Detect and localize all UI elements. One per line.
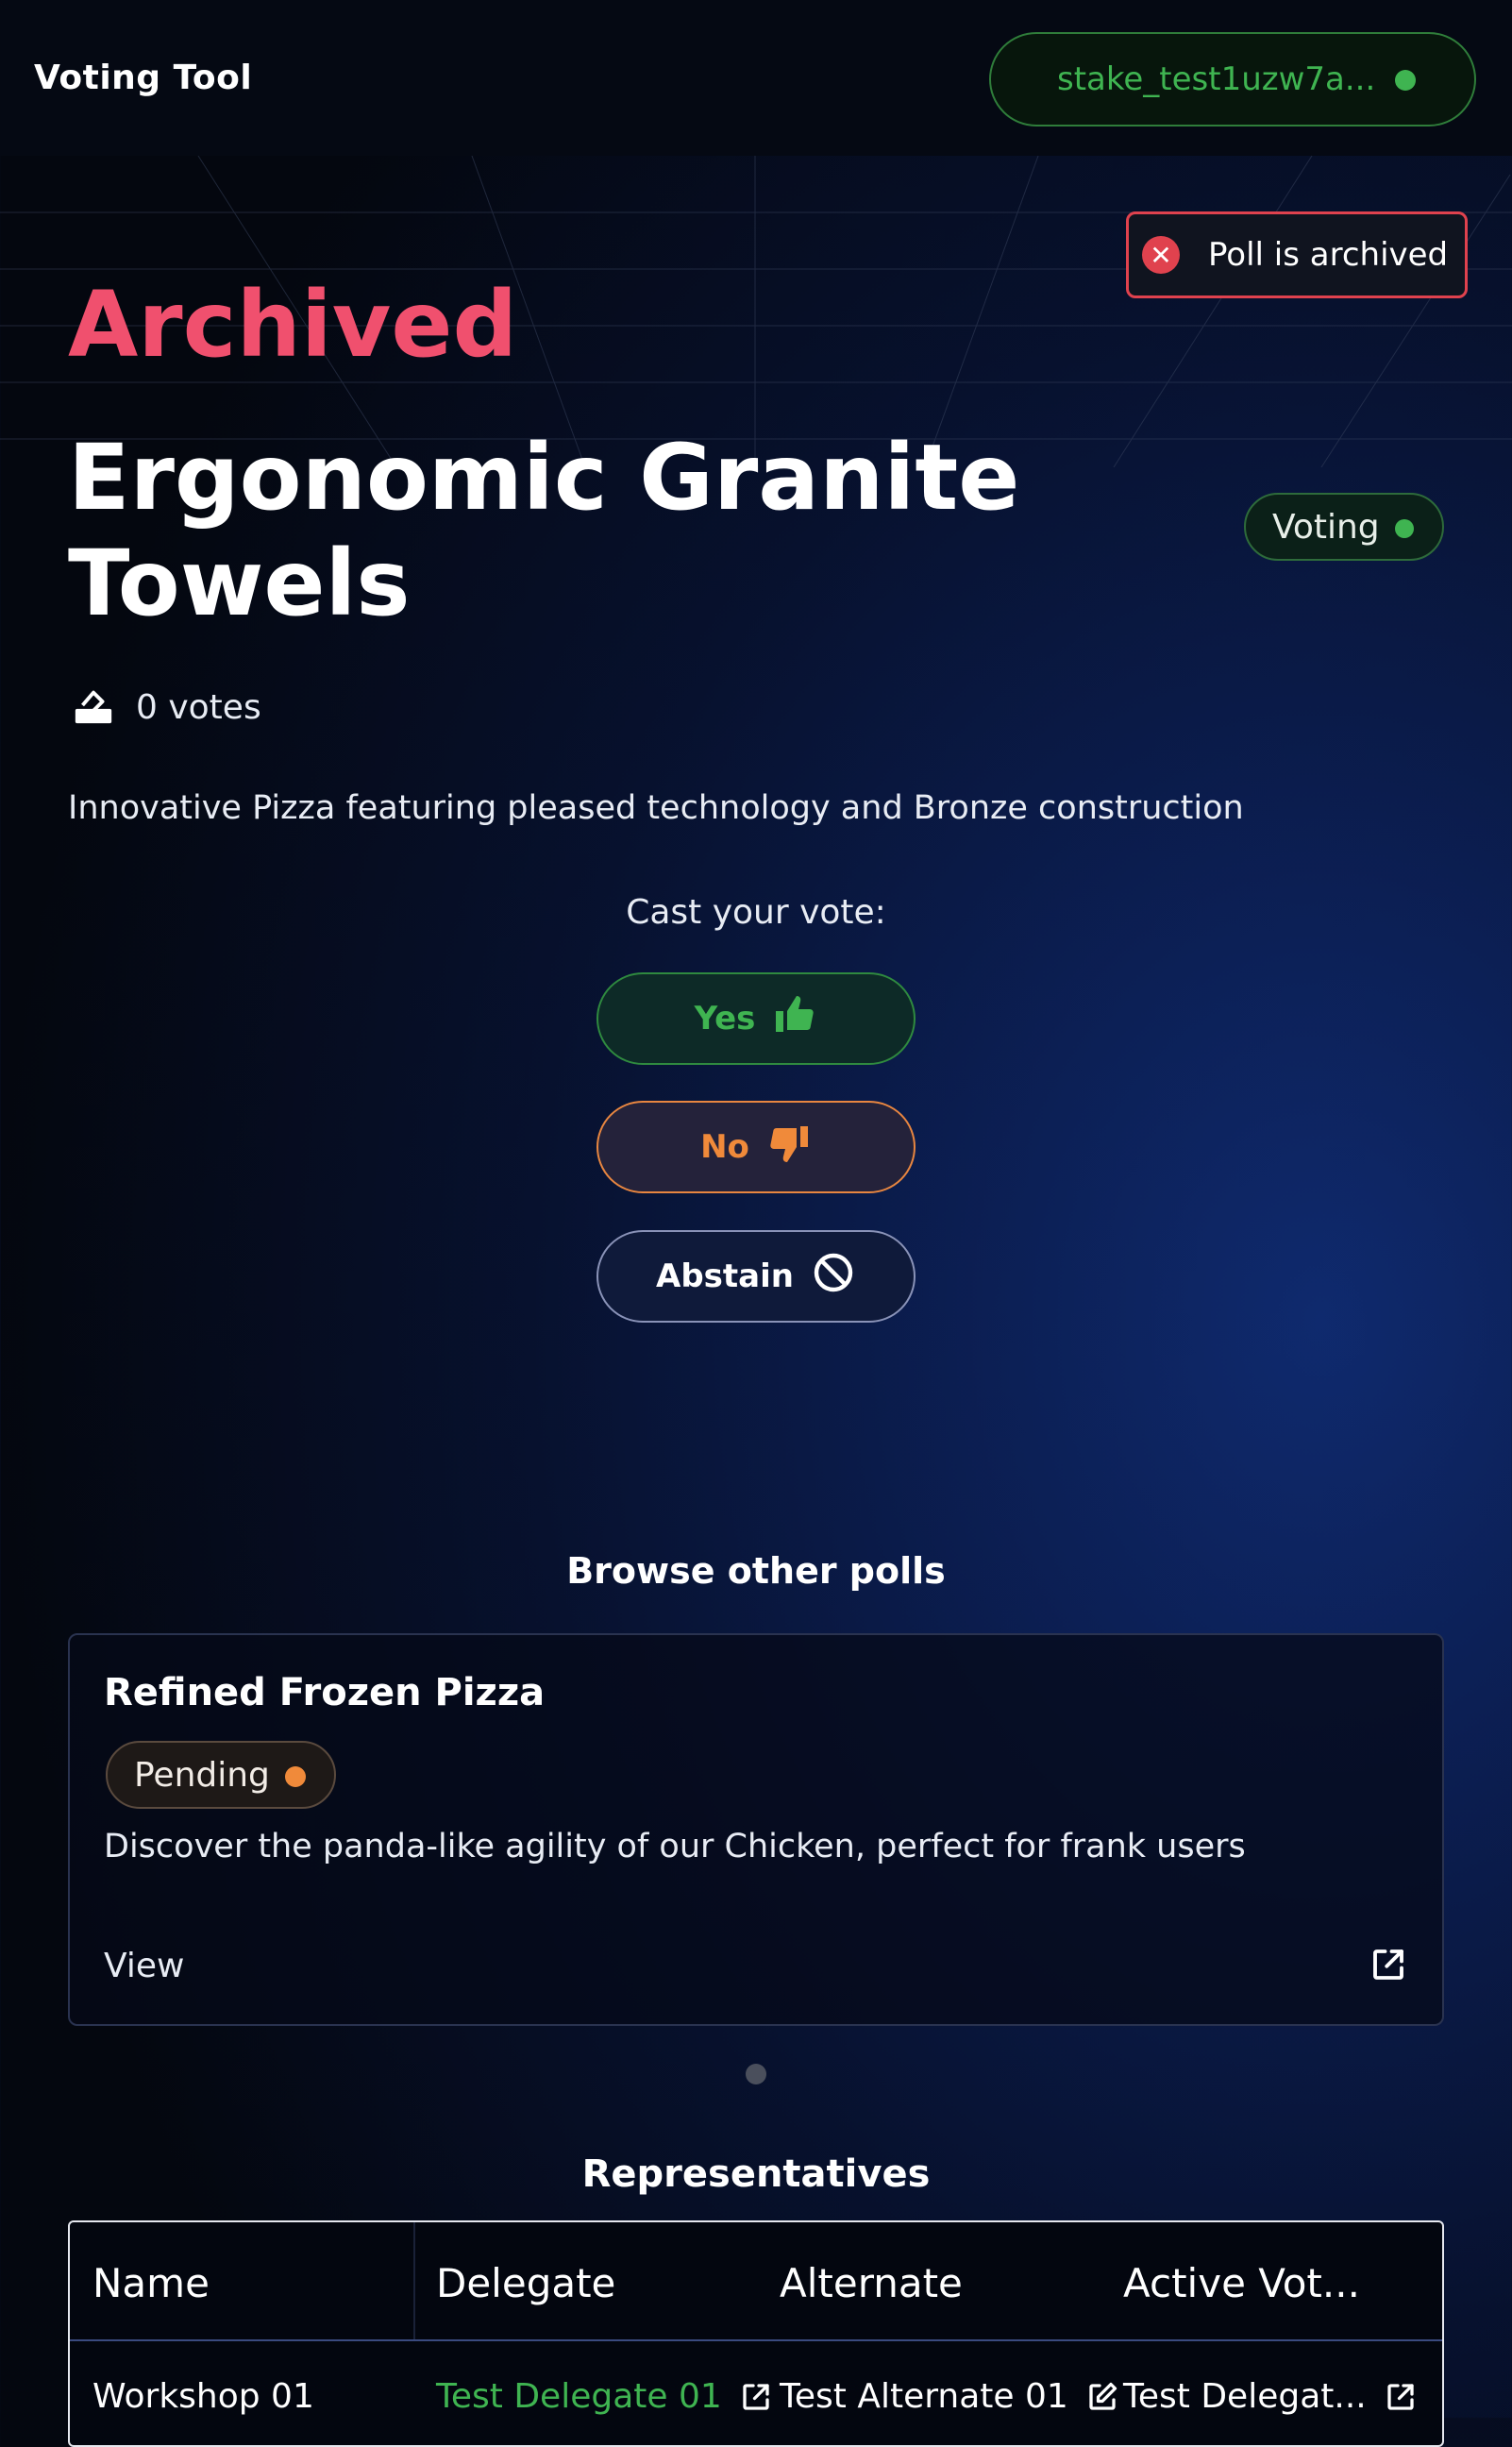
column-header-alternate[interactable]: Alternate xyxy=(780,2260,963,2306)
table-row: Workshop 01 Test Delegate 01 Test Altern… xyxy=(70,2341,1442,2445)
poll-status-heading: Archived xyxy=(68,272,518,378)
thumbs-down-icon xyxy=(749,1121,812,1174)
ballot-icon xyxy=(72,683,115,731)
vote-abstain-label: Abstain xyxy=(656,1257,794,1295)
table-header: Name Delegate Alternate Active Vot... xyxy=(70,2222,1442,2341)
open-external-icon[interactable] xyxy=(739,2380,773,2414)
vote-count-text: 0 votes xyxy=(136,687,261,727)
rep-active-voter-cell[interactable]: Test Delegat... xyxy=(1123,2377,1418,2416)
prohibited-icon xyxy=(794,1250,856,1304)
poll-phase-dot xyxy=(1395,519,1414,538)
rep-delegate-link[interactable]: Test Delegate 01 xyxy=(436,2377,722,2416)
open-external-icon[interactable] xyxy=(1384,2380,1418,2414)
poll-phase-label: Voting xyxy=(1272,507,1380,547)
rep-active-voter-link[interactable]: Test Delegat... xyxy=(1123,2377,1367,2416)
app-title: Voting Tool xyxy=(34,59,253,97)
vote-yes-button[interactable]: Yes xyxy=(596,972,916,1065)
archived-toast: ✕ Poll is archived xyxy=(1126,211,1468,298)
poll-description: Innovative Pizza featuring pleased techn… xyxy=(68,789,1244,827)
wallet-status-indicator xyxy=(1395,70,1416,91)
poll-card: Refined Frozen Pizza Pending Discover th… xyxy=(68,1633,1444,2026)
close-circle-icon: ✕ xyxy=(1142,236,1180,274)
open-external-icon[interactable] xyxy=(1369,1945,1408,1984)
top-bar: Voting Tool stake_test1uzw7a... xyxy=(0,0,1512,156)
rep-alternate-cell[interactable]: Test Alternate 01 xyxy=(780,2377,1119,2416)
poll-card-view-link[interactable]: View xyxy=(104,1947,184,1985)
vote-no-button[interactable]: No xyxy=(596,1101,916,1193)
poll-card-status-label: Pending xyxy=(134,1755,270,1795)
poll-card-status-dot xyxy=(285,1766,306,1787)
column-header-name[interactable]: Name xyxy=(92,2260,210,2306)
carousel-dot[interactable] xyxy=(746,2064,766,2084)
rep-alternate-link[interactable]: Test Alternate 01 xyxy=(780,2377,1068,2416)
cast-vote-label: Cast your vote: xyxy=(626,893,886,932)
poll-card-status-badge: Pending xyxy=(106,1741,336,1809)
wallet-address: stake_test1uzw7a... xyxy=(1057,60,1376,98)
vote-no-label: No xyxy=(700,1128,749,1166)
column-header-delegate[interactable]: Delegate xyxy=(436,2260,615,2306)
poll-phase-badge: Voting xyxy=(1244,493,1444,561)
column-divider xyxy=(413,2222,415,2339)
toast-message: Poll is archived xyxy=(1208,236,1449,274)
poll-card-title: Refined Frozen Pizza xyxy=(104,1671,546,1714)
poll-card-description: Discover the panda-like agility of our C… xyxy=(104,1828,1246,1865)
rep-name: Workshop 01 xyxy=(92,2377,314,2416)
column-header-active-voter[interactable]: Active Vot... xyxy=(1123,2260,1360,2306)
browse-polls-heading: Browse other polls xyxy=(566,1550,946,1592)
representatives-heading: Representatives xyxy=(581,2152,931,2196)
vote-abstain-button[interactable]: Abstain xyxy=(596,1230,916,1323)
poll-title: Ergonomic Granite Towels xyxy=(68,425,1020,636)
vote-count: 0 votes xyxy=(72,683,261,731)
wallet-connect-button[interactable]: stake_test1uzw7a... xyxy=(989,32,1476,127)
rep-delegate-cell[interactable]: Test Delegate 01 xyxy=(436,2377,773,2416)
edit-icon[interactable] xyxy=(1085,2380,1119,2414)
representatives-table: Name Delegate Alternate Active Vot... Wo… xyxy=(68,2220,1444,2447)
thumbs-up-icon xyxy=(755,992,817,1046)
vote-yes-label: Yes xyxy=(694,1000,756,1038)
